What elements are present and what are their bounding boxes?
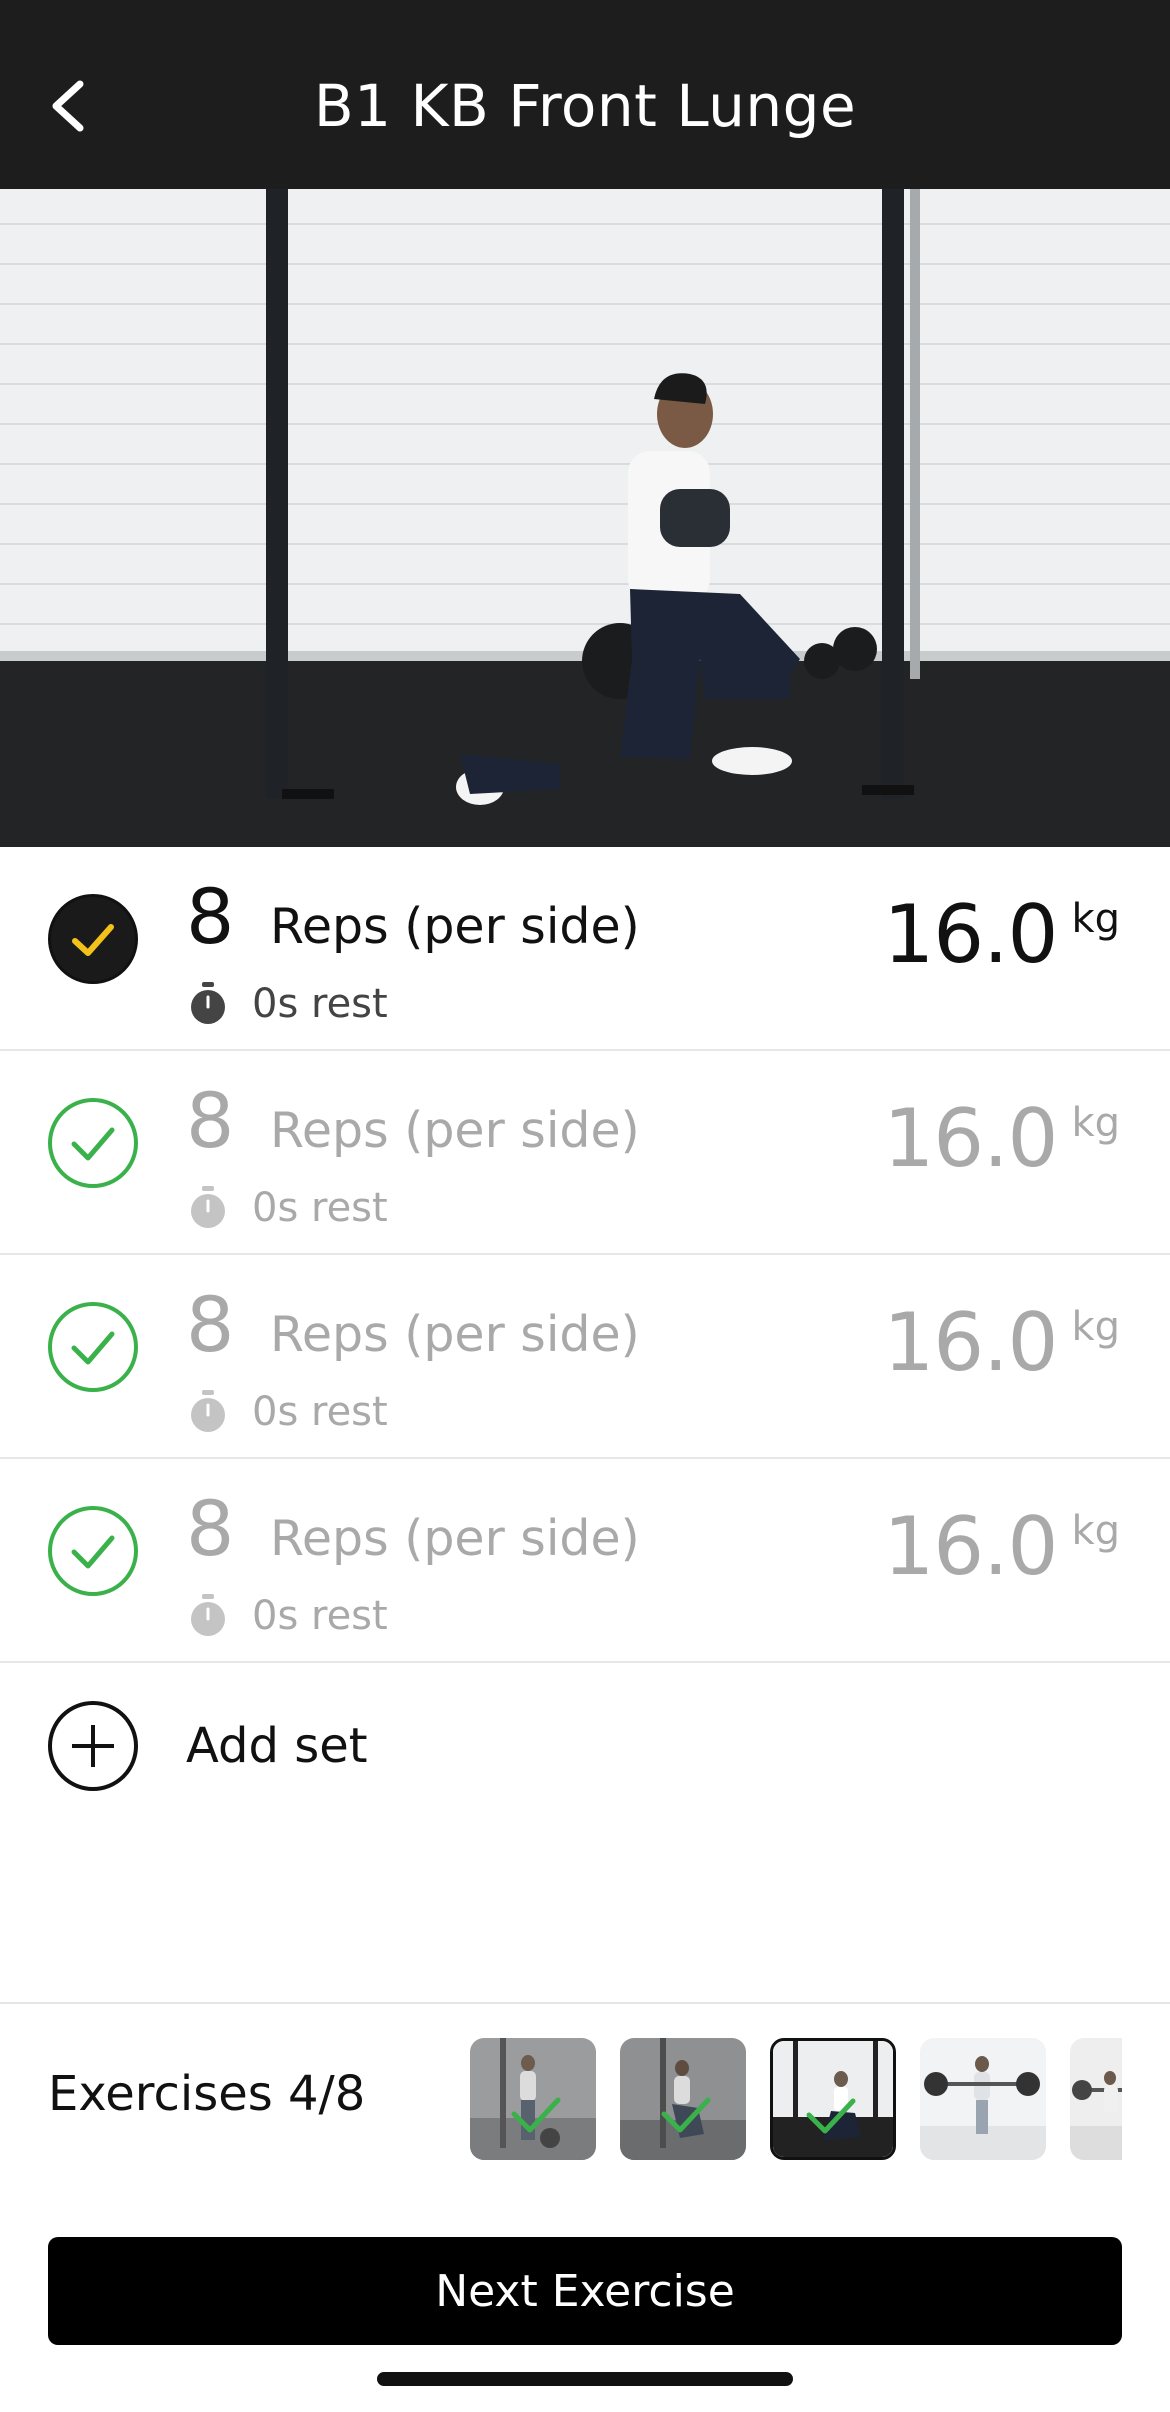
set-row-2[interactable]: 8 Reps (per side) 0s rest 16.0 kg [0, 1051, 1170, 1255]
weight-number: 16.0 [883, 1500, 1058, 1593]
weight-unit: kg [1071, 1304, 1120, 1350]
plus-icon [48, 1701, 138, 1791]
rest-info[interactable]: 0s rest [188, 1591, 388, 1641]
rest-label: 0s rest [252, 1593, 388, 1639]
page-title: B1 KB Front Lunge [313, 72, 857, 140]
exercise-thumbnail[interactable] [470, 2038, 596, 2160]
weight-value[interactable]: 16.0 kg [883, 1293, 1120, 1393]
rest-label: 0s rest [252, 981, 388, 1027]
set-row-4[interactable]: 8 Reps (per side) 0s rest 16.0 kg [0, 1459, 1170, 1663]
reps-count[interactable]: 8 [186, 877, 234, 957]
stopwatch-icon [191, 1594, 225, 1636]
reps-count[interactable]: 8 [186, 1081, 234, 1161]
weight-unit: kg [1071, 1100, 1120, 1146]
checkmark-icon [71, 1535, 115, 1569]
reps-label: Reps (per side) [270, 1510, 640, 1567]
checkmark-icon [71, 1127, 115, 1161]
exercise-thumbnail[interactable] [620, 2038, 746, 2160]
reps-label: Reps (per side) [270, 898, 640, 955]
rest-info[interactable]: 0s rest [188, 1387, 388, 1437]
exercise-progress-label: Exercises 4/8 [48, 2066, 366, 2122]
weight-value[interactable]: 16.0 kg [883, 1089, 1120, 1189]
set-complete-toggle[interactable] [48, 894, 138, 984]
rest-info[interactable]: 0s rest [188, 979, 388, 1029]
rest-label: 0s rest [252, 1389, 388, 1435]
weight-number: 16.0 [883, 888, 1058, 981]
rest-info[interactable]: 0s rest [188, 1183, 388, 1233]
set-complete-toggle[interactable] [48, 1506, 138, 1596]
rest-label: 0s rest [252, 1185, 388, 1231]
weight-number: 16.0 [883, 1296, 1058, 1389]
exercise-thumbnail-current[interactable] [770, 2038, 896, 2160]
exercise-thumbnail-strip[interactable] [470, 2038, 1122, 2160]
weight-value[interactable]: 16.0 kg [883, 885, 1120, 985]
exercise-video[interactable] [0, 189, 1170, 847]
weight-unit: kg [1071, 1508, 1120, 1554]
set-row-3[interactable]: 8 Reps (per side) 0s rest 16.0 kg [0, 1255, 1170, 1459]
reps-count[interactable]: 8 [186, 1489, 234, 1569]
exercise-thumbnail[interactable] [1070, 2038, 1122, 2160]
add-set-label: Add set [186, 1718, 368, 1774]
weight-number: 16.0 [883, 1092, 1058, 1185]
top-bar: B1 KB Front Lunge [0, 0, 1170, 189]
stopwatch-icon [191, 982, 225, 1024]
checkmark-icon [71, 1331, 115, 1365]
weight-value[interactable]: 16.0 kg [883, 1497, 1120, 1597]
checkmark-icon [72, 924, 114, 956]
reps-label: Reps (per side) [270, 1306, 640, 1363]
set-row-1[interactable]: 8 Reps (per side) 0s rest 16.0 kg [0, 847, 1170, 1051]
exercise-thumbnail[interactable] [920, 2038, 1046, 2160]
reps-count[interactable]: 8 [186, 1285, 234, 1365]
next-exercise-button[interactable]: Next Exercise [48, 2237, 1122, 2345]
home-indicator [377, 2372, 793, 2386]
weight-unit: kg [1071, 896, 1120, 942]
stopwatch-icon [191, 1390, 225, 1432]
reps-label: Reps (per side) [270, 1102, 640, 1159]
add-set-button[interactable]: Add set [48, 1700, 368, 1792]
stopwatch-icon [191, 1186, 225, 1228]
set-complete-toggle[interactable] [48, 1098, 138, 1188]
set-complete-toggle[interactable] [48, 1302, 138, 1392]
divider [0, 2002, 1170, 2004]
